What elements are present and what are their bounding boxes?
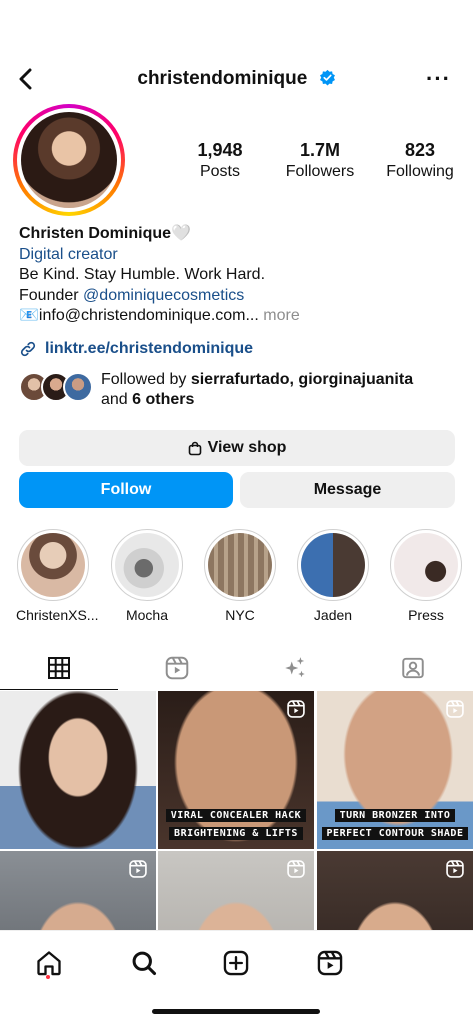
stat-following[interactable]: 823 Following bbox=[370, 140, 470, 181]
profile-stats: 1,948 Posts 1.7M Followers 823 Following bbox=[170, 140, 470, 181]
profile-avatar[interactable] bbox=[13, 104, 125, 216]
nav-search[interactable] bbox=[124, 943, 164, 983]
stat-followers[interactable]: 1.7M Followers bbox=[270, 140, 370, 181]
tab-reels[interactable] bbox=[118, 646, 236, 690]
highlight-label: Mocha bbox=[125, 607, 169, 623]
username-text: christendominique bbox=[137, 68, 308, 89]
caption-line: VIRAL CONCEALER HACK bbox=[165, 809, 307, 822]
top-bar: christendominique ··· bbox=[0, 60, 473, 100]
highlight-jaden[interactable]: Jaden bbox=[296, 529, 370, 623]
stat-posts[interactable]: 1,948 Posts bbox=[170, 140, 270, 181]
search-icon bbox=[132, 951, 157, 976]
tab-sparkles[interactable] bbox=[236, 646, 354, 690]
post-thumbnail[interactable] bbox=[0, 691, 156, 849]
profile-bio: Christen Dominique🤍 Digital creator Be K… bbox=[19, 224, 459, 327]
create-icon bbox=[223, 950, 249, 976]
email-text: info@christendominique.com... bbox=[38, 307, 259, 324]
reels-icon bbox=[317, 950, 343, 976]
caption-line: PERFECT CONTOUR SHADE bbox=[321, 827, 469, 840]
reel-indicator-icon bbox=[446, 700, 464, 718]
avatar bbox=[63, 372, 93, 402]
highlight-nyc[interactable]: NYC bbox=[203, 529, 277, 623]
reels-icon bbox=[165, 656, 189, 680]
story-highlights: ChristenXS... Mocha NYC Jaden Press bbox=[0, 529, 473, 629]
follow-button[interactable]: Follow bbox=[19, 472, 233, 508]
home-icon bbox=[37, 951, 61, 976]
notification-dot bbox=[46, 975, 50, 979]
highlight-cover bbox=[208, 533, 272, 597]
bio-more-link[interactable]: more bbox=[259, 307, 299, 324]
post-caption-overlay: TURN BRONZER INTO PERFECT CONTOUR SHADE bbox=[317, 805, 473, 841]
highlight-label: ChristenXS... bbox=[16, 607, 99, 623]
highlight-cover bbox=[394, 533, 458, 597]
post-thumbnail[interactable] bbox=[0, 851, 156, 931]
posts-grid: VIRAL CONCEALER HACK BRIGHTENING & LIFTS… bbox=[0, 691, 473, 931]
post-thumbnail[interactable]: VIRAL CONCEALER HACK BRIGHTENING & LIFTS bbox=[158, 691, 314, 849]
profile-tabs bbox=[0, 646, 473, 690]
bio-line: Be Kind. Stay Humble. Work Hard. bbox=[19, 266, 266, 283]
stat-followers-label: Followers bbox=[285, 163, 355, 180]
profile-username: christendominique bbox=[0, 68, 473, 90]
avatar-image bbox=[21, 112, 117, 208]
tab-grid[interactable] bbox=[0, 646, 118, 690]
category-label: Digital creator bbox=[19, 245, 118, 263]
profile-link[interactable]: linktr.ee/christendominique bbox=[19, 340, 253, 358]
post-caption-overlay: VIRAL CONCEALER HACK BRIGHTENING & LIFTS bbox=[158, 805, 314, 841]
highlight-christenxs[interactable]: ChristenXS... bbox=[16, 529, 99, 623]
highlight-label: Press bbox=[408, 607, 444, 623]
stat-followers-value: 1.7M bbox=[299, 140, 341, 160]
nav-create[interactable] bbox=[216, 943, 256, 983]
shopping-bag-icon bbox=[188, 441, 201, 455]
link-text: linktr.ee/christendominique bbox=[45, 340, 254, 357]
caption-line: BRIGHTENING & LIFTS bbox=[169, 827, 303, 840]
post-thumbnail[interactable] bbox=[158, 851, 314, 931]
link-icon bbox=[20, 341, 36, 357]
highlight-mocha[interactable]: Mocha bbox=[110, 529, 184, 623]
tab-tagged[interactable] bbox=[354, 646, 472, 690]
view-shop-label: View shop bbox=[207, 439, 287, 456]
grid-icon bbox=[48, 656, 70, 679]
message-label: Message bbox=[313, 481, 382, 498]
highlight-label: NYC bbox=[225, 607, 255, 623]
founder-handle-link[interactable]: @dominiquecosmetics bbox=[83, 287, 244, 304]
founder-prefix: Founder bbox=[19, 286, 84, 304]
sparkles-icon bbox=[285, 657, 305, 678]
post-thumbnail[interactable] bbox=[317, 851, 473, 931]
reel-indicator-icon bbox=[287, 860, 305, 878]
heart-emoji: 🤍 bbox=[171, 225, 191, 242]
highlight-cover bbox=[115, 533, 179, 597]
stat-posts-label: Posts bbox=[199, 163, 240, 180]
stat-following-label: Following bbox=[386, 163, 454, 180]
highlight-label: Jaden bbox=[313, 607, 353, 623]
highlight-cover bbox=[21, 533, 85, 597]
reel-indicator-icon bbox=[129, 860, 147, 878]
home-indicator bbox=[152, 1009, 320, 1014]
stat-posts-value: 1,948 bbox=[197, 140, 243, 160]
display-name: Christen Dominique bbox=[19, 225, 172, 242]
stat-following-value: 823 bbox=[404, 140, 436, 160]
nav-reels[interactable] bbox=[310, 943, 350, 983]
follow-label: Follow bbox=[100, 481, 152, 498]
post-thumbnail[interactable]: TURN BRONZER INTO PERFECT CONTOUR SHADE bbox=[317, 691, 473, 849]
followed-by[interactable]: Followed by sierrafurtado, giorginajuani… bbox=[19, 370, 459, 410]
caption-line: TURN BRONZER INTO bbox=[334, 809, 456, 822]
verified-badge-icon bbox=[319, 69, 335, 86]
more-options-button[interactable]: ··· bbox=[426, 66, 451, 92]
followed-by-text: Followed by sierrafurtado, giorginajuani… bbox=[101, 371, 414, 408]
highlight-press[interactable]: Press bbox=[389, 529, 463, 623]
reel-indicator-icon bbox=[446, 860, 464, 878]
view-shop-button[interactable]: View shop bbox=[19, 430, 455, 466]
tagged-icon bbox=[402, 657, 424, 679]
mutual-avatars bbox=[19, 370, 97, 404]
message-button[interactable]: Message bbox=[240, 472, 455, 508]
highlight-cover bbox=[301, 533, 365, 597]
email-emoji: 📧 bbox=[19, 307, 39, 324]
reel-indicator-icon bbox=[287, 700, 305, 718]
